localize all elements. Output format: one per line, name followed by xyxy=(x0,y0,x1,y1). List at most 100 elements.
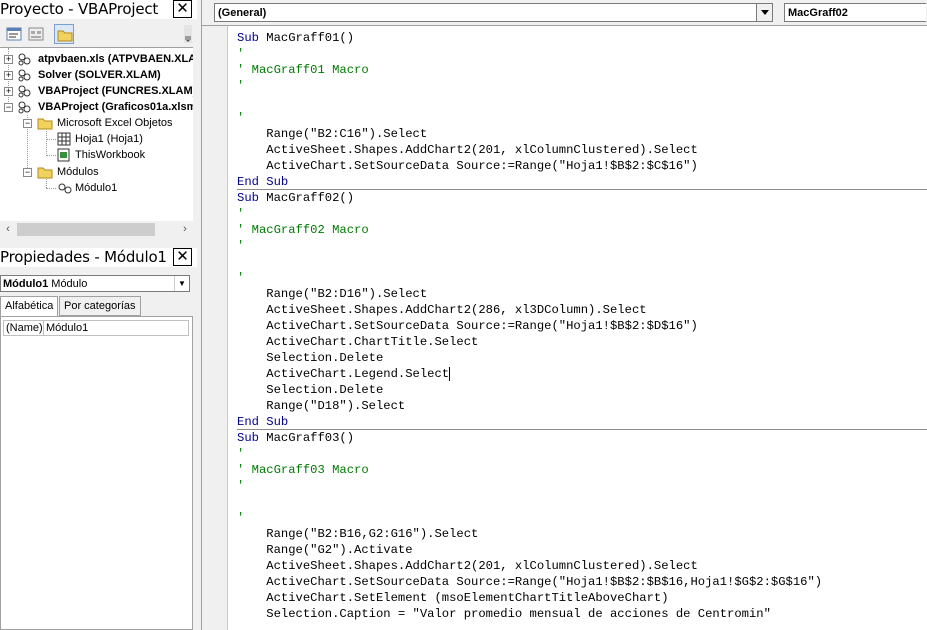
collapse-minus-icon[interactable]: − xyxy=(23,119,32,128)
vba-project-icon xyxy=(18,101,31,114)
properties-pane-title: Propiedades - Módulo1 xyxy=(0,248,167,266)
code-comment-line[interactable]: ' xyxy=(237,270,927,286)
module-icon xyxy=(58,183,72,194)
view-code-button[interactable] xyxy=(4,24,24,44)
procedure-combo[interactable]: MacGraff02 xyxy=(784,3,926,22)
expand-plus-icon[interactable]: + xyxy=(4,87,13,96)
view-code-icon xyxy=(6,27,22,41)
chevron-down-icon[interactable] xyxy=(756,4,772,21)
code-lines[interactable]: Sub MacGraff01() ' ' MacGraff01 Macro ' ' Ra… xyxy=(237,30,927,622)
properties-pane-close-icon[interactable]: ✕ xyxy=(173,248,192,266)
tree-node-label: atpvbaen.xls (ATPVBAEN.XLAM) xyxy=(38,53,193,65)
tree-guide xyxy=(46,131,47,156)
code-line[interactable]: ActiveSheet.Shapes.AddChart2(201, xlColu… xyxy=(237,142,927,158)
tree-guide xyxy=(46,179,47,188)
procedure-combo-value: MacGraff02 xyxy=(788,7,848,19)
object-combo[interactable]: (General) xyxy=(214,3,773,22)
code-line[interactable]: ActiveChart.Legend.Select xyxy=(237,366,927,382)
project-tree[interactable]: + atpvbaen.xls (ATPVBAEN.XLAM) + Solver … xyxy=(0,47,193,221)
code-window: (General) MacGraff02 Sub MacGraff01() ' ' … xyxy=(201,0,927,630)
tree-node-label: ThisWorkbook xyxy=(75,149,146,161)
code-comment-line[interactable]: ' MacGraff01 Macro xyxy=(237,62,927,78)
code-line[interactable]: Range("B2:D16").Select xyxy=(237,286,927,302)
chevron-down-icon[interactable]: ▼ xyxy=(174,276,189,291)
tree-node-label: VBAProject (FUNCRES.XLAM) xyxy=(38,85,193,97)
code-line[interactable]: Sub MacGraff03() xyxy=(237,430,927,446)
project-pane-titlebar[interactable]: Proyecto - VBAProject ✕ xyxy=(0,0,197,19)
view-object-button[interactable] xyxy=(26,24,46,44)
tree-node-label: Módulos xyxy=(57,166,99,178)
vba-project-icon xyxy=(18,69,31,82)
properties-grid: (Name) Módulo1 xyxy=(0,316,193,630)
code-line[interactable]: Sub MacGraff02() xyxy=(237,190,927,206)
code-comment-line[interactable]: ' MacGraff02 Macro xyxy=(237,222,927,238)
code-line[interactable]: ActiveChart.SetSourceData Source:=Range(… xyxy=(237,158,927,174)
code-line[interactable]: ActiveChart.SetSourceData Source:=Range(… xyxy=(237,574,927,590)
code-comment-line[interactable]: ' xyxy=(237,478,927,494)
keyword: Sub xyxy=(237,431,259,445)
property-row-name[interactable]: (Name) Módulo1 xyxy=(3,320,189,336)
code-comment-line[interactable]: ' xyxy=(237,206,927,222)
code-line[interactable]: ActiveSheet.Shapes.AddChart2(201, xlColu… xyxy=(237,558,927,574)
project-horizontal-scrollbar[interactable]: ‹ › xyxy=(0,221,193,238)
code-line[interactable]: Selection.Caption = "Valor promedio mens… xyxy=(237,606,927,622)
expand-plus-icon[interactable]: + xyxy=(4,55,13,64)
expand-plus-icon[interactable]: + xyxy=(4,71,13,80)
code-line[interactable]: Selection.Delete xyxy=(237,382,927,398)
view-object-icon xyxy=(28,27,44,41)
tab-alfabetica[interactable]: Alfabética xyxy=(0,296,59,317)
vba-project-icon xyxy=(18,85,31,98)
collapse-minus-icon[interactable]: − xyxy=(23,168,32,177)
code-line[interactable] xyxy=(237,494,927,510)
toolbar-grip-icon xyxy=(184,25,192,43)
code-line[interactable]: ActiveSheet.Shapes.AddChart2(286, xl3DCo… xyxy=(237,302,927,318)
property-key: (Name) xyxy=(6,321,44,335)
property-value[interactable]: Módulo1 xyxy=(46,321,88,335)
code-comment-line[interactable]: ' xyxy=(237,446,927,462)
code-comment-line[interactable]: ' xyxy=(237,78,927,94)
folder-icon xyxy=(57,30,73,42)
scroll-right-icon[interactable]: › xyxy=(177,221,193,238)
toggle-folders-button[interactable] xyxy=(54,24,74,44)
code-line[interactable] xyxy=(237,94,927,110)
worksheet-icon xyxy=(57,132,71,146)
project-pane-close-icon[interactable]: ✕ xyxy=(173,0,192,18)
code-line[interactable] xyxy=(237,254,927,270)
code-editor[interactable]: Sub MacGraff01() ' ' MacGraff01 Macro ' ' Ra… xyxy=(202,25,927,630)
code-line[interactable]: ActiveChart.SetSourceData Source:=Range(… xyxy=(237,318,927,334)
code-margin[interactable] xyxy=(202,26,228,630)
properties-pane-titlebar[interactable]: Propiedades - Módulo1 ✕ xyxy=(0,248,197,267)
scroll-thumb[interactable] xyxy=(17,223,155,236)
tab-por-categorias[interactable]: Por categorías xyxy=(59,296,141,316)
code-line[interactable]: Range("B2:C16").Select xyxy=(237,126,927,142)
code-comment-line[interactable]: ' MacGraff03 Macro xyxy=(237,462,927,478)
properties-object-select[interactable]: Módulo1 Módulo ▼ xyxy=(0,275,190,292)
code-line[interactable]: ActiveChart.SetElement (msoElementChartT… xyxy=(237,590,927,606)
code-line[interactable]: Sub MacGraff01() xyxy=(237,30,927,46)
tree-node-label: Módulo1 xyxy=(75,182,118,194)
code-comment-line[interactable]: ' xyxy=(237,510,927,526)
code-line[interactable]: Range("B2:B16,G2:G16").Select xyxy=(237,526,927,542)
code-line[interactable]: Range("D18").Select xyxy=(237,398,927,414)
code-line[interactable]: End Sub xyxy=(237,174,927,190)
code-line[interactable]: Selection.Delete xyxy=(237,350,927,366)
text-caret xyxy=(449,366,451,381)
scroll-left-icon[interactable]: ‹ xyxy=(0,221,16,238)
tree-node-label: Hoja1 (Hoja1) xyxy=(75,133,143,145)
tree-guide xyxy=(46,139,56,140)
keyword: End Sub xyxy=(237,175,289,189)
collapse-minus-icon[interactable]: − xyxy=(4,103,13,112)
project-pane-title: Proyecto - VBAProject xyxy=(0,0,159,18)
code-line[interactable]: ActiveChart.ChartTitle.Select xyxy=(237,334,927,350)
tree-node-label: Solver (SOLVER.XLAM) xyxy=(38,69,161,81)
folder-open-icon xyxy=(37,118,53,130)
code-comment-line[interactable]: ' xyxy=(237,46,927,62)
code-line[interactable]: Range("G2").Activate xyxy=(237,542,927,558)
tree-node-label: Microsoft Excel Objetos xyxy=(57,117,173,129)
code-line[interactable]: End Sub xyxy=(237,414,927,430)
code-comment-line[interactable]: ' xyxy=(237,238,927,254)
folder-open-icon xyxy=(37,167,53,179)
object-combo-value: (General) xyxy=(218,7,267,19)
code-comment-line[interactable]: ' xyxy=(237,110,927,126)
project-toolbar xyxy=(0,21,197,47)
